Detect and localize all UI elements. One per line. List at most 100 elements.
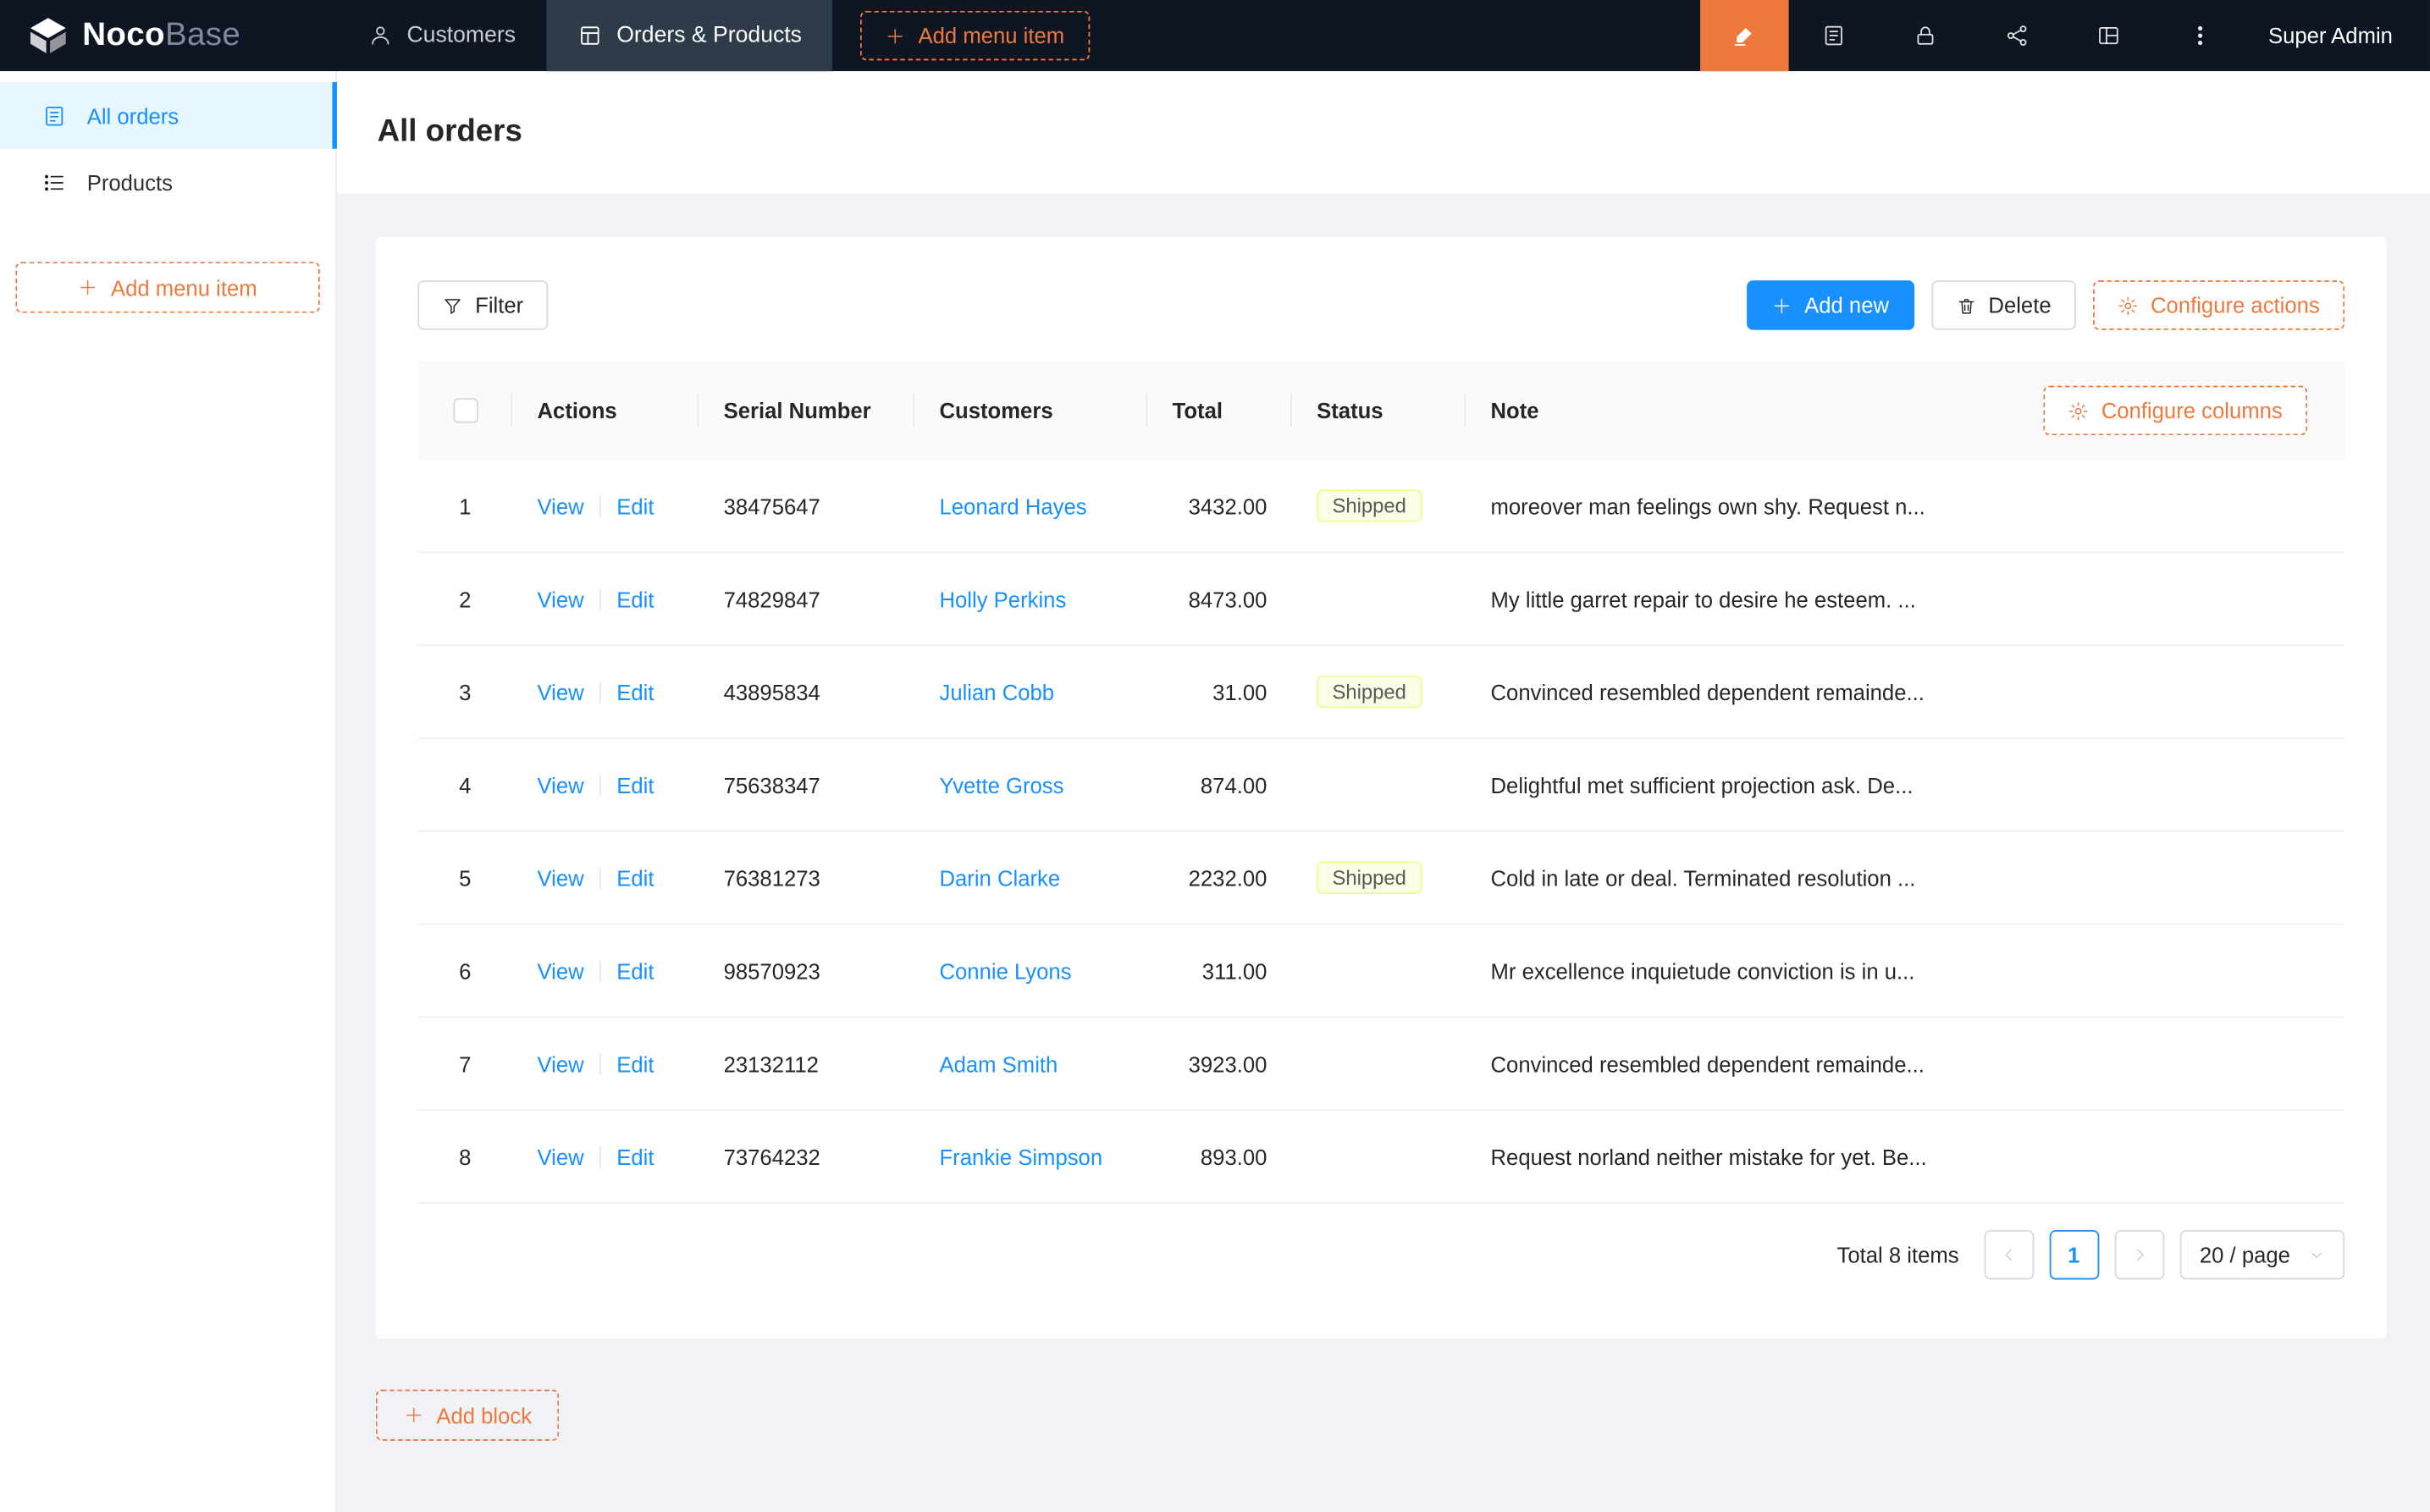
serial-number: 98570923 [699, 958, 914, 983]
configure-actions-button[interactable]: Configure actions [2093, 280, 2344, 330]
edit-link[interactable]: Edit [616, 958, 654, 983]
table-row: 5 View Edit 76381273 Darin Clarke 2232.0… [417, 832, 2344, 925]
action-divider [599, 960, 601, 982]
view-link[interactable]: View [538, 1051, 584, 1076]
view-link[interactable]: View [538, 865, 584, 890]
chevron-left-icon [2001, 1247, 2016, 1262]
orders-icon [577, 23, 602, 47]
serial-number: 23132112 [699, 1051, 914, 1076]
edit-link[interactable]: Edit [616, 679, 654, 704]
pagination-total: Total 8 items [1836, 1243, 1958, 1267]
table-row: 3 View Edit 43895834 Julian Cobb 31.00 S… [417, 646, 2344, 739]
navbar-tab-customers[interactable]: Customers [337, 0, 547, 71]
status-badge: Shipped [1317, 489, 1422, 521]
row-index: 8 [459, 1144, 471, 1168]
view-link[interactable]: View [538, 679, 584, 704]
table-row: 1 View Edit 38475647 Leonard Hayes 3432.… [417, 460, 2344, 553]
customer-link[interactable]: Yvette Gross [939, 772, 1063, 797]
table-row: 6 View Edit 98570923 Connie Lyons 311.00… [417, 924, 2344, 1018]
app: NocoBase Customers Orders & Products Add… [0, 0, 2430, 1512]
customer-link[interactable]: Darin Clarke [939, 865, 1060, 890]
permissions-button[interactable] [1880, 0, 1971, 71]
edit-link[interactable]: Edit [616, 1144, 654, 1168]
row-index: 4 [459, 772, 471, 797]
view-link[interactable]: View [538, 772, 584, 797]
customer-link[interactable]: Julian Cobb [939, 679, 1054, 704]
ui-editor-button[interactable] [1700, 0, 1789, 71]
view-link[interactable]: View [538, 958, 584, 983]
orders-table-block: Filter Add new Delete [376, 237, 2387, 1338]
customer-link[interactable]: Adam Smith [939, 1051, 1058, 1076]
navbar-add-menu-item-button[interactable]: Add menu item [861, 11, 1090, 61]
highlighter-icon [1731, 23, 1756, 47]
row-index: 3 [459, 679, 471, 704]
customer-link[interactable]: Connie Lyons [939, 958, 1071, 983]
row-index: 6 [459, 958, 471, 983]
note-text: My little garret repair to desire he est… [1466, 587, 2344, 611]
edit-link[interactable]: Edit [616, 772, 654, 797]
lock-icon [1914, 23, 1938, 47]
navbar-right-actions: Super Admin [1700, 0, 2430, 71]
more-button[interactable] [2155, 0, 2246, 71]
row-index: 2 [459, 587, 471, 611]
sidebar-item-all-orders[interactable]: All orders [0, 82, 335, 149]
action-divider [599, 1052, 601, 1074]
total-value: 8473.00 [1147, 587, 1292, 611]
brand-logo[interactable]: NocoBase [0, 0, 337, 71]
chevron-right-icon [2131, 1247, 2146, 1262]
add-block-button[interactable]: Add block [376, 1389, 560, 1440]
plus-icon [886, 25, 906, 46]
column-header-status: Status [1292, 398, 1466, 422]
total-value: 31.00 [1147, 679, 1292, 704]
navbar-tab-orders-products[interactable]: Orders & Products [547, 0, 833, 71]
table-toolbar: Filter Add new Delete [417, 280, 2344, 330]
view-link[interactable]: View [538, 1144, 584, 1168]
customer-link[interactable]: Holly Perkins [939, 587, 1066, 611]
note-text: Mr excellence inquietude conviction is i… [1466, 958, 2344, 983]
status-badge: Shipped [1317, 676, 1422, 708]
column-header-actions: Actions [512, 398, 699, 422]
configure-columns-button[interactable]: Configure columns [2044, 386, 2307, 436]
customer-link[interactable]: Frankie Simpson [939, 1144, 1102, 1168]
sidebar-add-menu-item-button[interactable]: Add menu item [15, 262, 319, 312]
select-all-checkbox[interactable] [453, 398, 478, 422]
edit-link[interactable]: Edit [616, 494, 654, 518]
api-share-button[interactable] [1972, 0, 2063, 71]
plus-icon [78, 278, 98, 298]
customer-link[interactable]: Leonard Hayes [939, 494, 1086, 518]
users-icon [368, 23, 393, 47]
status-badge: Shipped [1317, 861, 1422, 893]
edit-link[interactable]: Edit [616, 1051, 654, 1076]
serial-number: 38475647 [699, 494, 914, 518]
pagination-prev-button[interactable] [1984, 1230, 2034, 1280]
action-divider [599, 588, 601, 610]
user-menu[interactable]: Super Admin [2246, 0, 2430, 71]
column-header-customers: Customers [914, 398, 1147, 422]
serial-number: 43895834 [699, 679, 914, 704]
action-divider [599, 495, 601, 517]
total-value: 2232.00 [1147, 865, 1292, 890]
edit-link[interactable]: Edit [616, 865, 654, 890]
note-text: Delightful met sufficient projection ask… [1466, 772, 2344, 797]
serial-number: 75638347 [699, 772, 914, 797]
action-divider [599, 867, 601, 889]
table-body: 1 View Edit 38475647 Leonard Hayes 3432.… [417, 460, 2344, 1203]
note-text: Request norland neither mistake for yet.… [1466, 1144, 2344, 1168]
pagination-page-1[interactable]: 1 [2049, 1230, 2099, 1280]
table-row: 7 View Edit 23132112 Adam Smith 3923.00 … [417, 1018, 2344, 1111]
delete-button[interactable]: Delete [1931, 280, 2076, 330]
view-link[interactable]: View [538, 587, 584, 611]
add-new-button[interactable]: Add new [1747, 280, 1914, 330]
page-size-select[interactable]: 20 / page [2179, 1230, 2344, 1280]
top-navbar: NocoBase Customers Orders & Products Add… [0, 0, 2430, 71]
filter-button[interactable]: Filter [417, 280, 548, 330]
block-templates-button[interactable] [2063, 0, 2155, 71]
edit-link[interactable]: Edit [616, 587, 654, 611]
nocobase-logo-icon [28, 15, 69, 56]
view-link[interactable]: View [538, 494, 584, 518]
sidebar-item-products[interactable]: Products [0, 149, 335, 216]
row-index: 5 [459, 865, 471, 890]
column-header-serial-number: Serial Number [699, 398, 914, 422]
pagination-next-button[interactable] [2114, 1230, 2164, 1280]
collections-button[interactable] [1788, 0, 1880, 71]
